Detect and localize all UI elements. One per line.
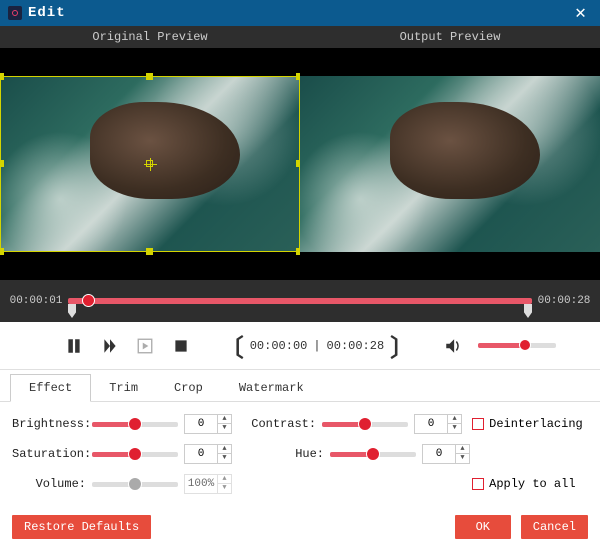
hue-label: Hue: [250,447,324,461]
saturation-label: Saturation: [12,447,86,461]
app-logo-icon [8,6,22,20]
stop-button[interactable] [170,335,192,357]
contrast-label: Contrast: [242,417,316,431]
volume-effect-slider[interactable] [92,482,178,487]
original-preview-pane[interactable] [0,48,300,280]
trim-end-time: 00:00:28 [327,339,385,353]
volume-effect-input[interactable] [185,475,217,493]
video-frame [300,76,600,252]
crop-handle-tm[interactable] [146,73,153,80]
volume-icon[interactable] [442,335,464,357]
brightness-knob[interactable] [128,417,142,431]
cancel-button[interactable]: Cancel [521,515,588,539]
timeline-track[interactable] [68,298,532,304]
original-preview-label: Original Preview [0,26,300,48]
trim-end-marker[interactable] [524,304,532,318]
contrast-spinner[interactable]: ▲▼ [414,414,462,434]
output-preview-label: Output Preview [300,26,600,48]
preview-area [0,48,600,280]
deinterlacing-label: Deinterlacing [489,417,583,431]
contrast-slider[interactable] [322,422,408,427]
ok-button[interactable]: OK [455,515,511,539]
pause-button[interactable] [63,335,85,357]
spin-down-icon[interactable]: ▼ [456,454,469,463]
volume-knob[interactable] [519,339,531,351]
saturation-knob[interactable] [128,447,142,461]
volume-effect-spinner[interactable]: ▲▼ [184,474,232,494]
spin-down-icon[interactable]: ▼ [218,454,231,463]
tab-trim[interactable]: Trim [91,375,156,401]
preview-header: Original Preview Output Preview [0,26,600,48]
apply-all-checkbox[interactable] [472,478,484,490]
tab-effect[interactable]: Effect [10,374,91,402]
output-preview-pane [300,48,600,280]
timeline-current: 00:00:01 [8,295,64,307]
timeline: 00:00:01 00:00:28 [0,280,600,322]
crop-handle-bm[interactable] [146,248,153,255]
deinterlacing-checkbox[interactable] [472,418,484,430]
saturation-slider[interactable] [92,452,178,457]
volume-slider[interactable] [478,343,556,348]
spin-down-icon[interactable]: ▼ [448,424,461,433]
trim-start-marker[interactable] [68,304,76,318]
spin-up-icon[interactable]: ▲ [456,445,469,454]
hue-knob[interactable] [366,447,380,461]
saturation-spinner[interactable]: ▲▼ [184,444,232,464]
spin-up-icon[interactable]: ▲ [218,475,231,484]
bracket-left-icon[interactable]: 〔 [220,328,244,364]
tab-watermark[interactable]: Watermark [221,375,322,401]
close-button[interactable]: ✕ [569,2,592,24]
crop-handle-bl[interactable] [0,248,4,255]
contrast-input[interactable] [415,415,447,433]
apply-all-label: Apply to all [489,477,575,491]
hue-slider[interactable] [330,452,416,457]
spin-up-icon[interactable]: ▲ [218,445,231,454]
trim-separator: | [313,339,320,353]
playhead[interactable] [82,294,95,307]
crop-frame[interactable] [0,76,300,252]
window-title: Edit [28,5,66,21]
crop-handle-tl[interactable] [0,73,4,80]
playback-controls: 〔 00:00:00 | 00:00:28 〕 [0,322,600,370]
brightness-input[interactable] [185,415,217,433]
trim-display: 〔 00:00:00 | 00:00:28 〕 [220,328,414,364]
hue-input[interactable] [423,445,455,463]
brightness-slider[interactable] [92,422,178,427]
crop-handle-ml[interactable] [0,160,4,167]
title-bar: Edit ✕ [0,0,600,26]
trim-start-time: 00:00:00 [250,339,308,353]
contrast-knob[interactable] [358,417,372,431]
hue-spinner[interactable]: ▲▼ [422,444,470,464]
step-button[interactable] [135,335,157,357]
spin-up-icon[interactable]: ▲ [448,415,461,424]
timeline-duration: 00:00:28 [536,295,592,307]
spin-up-icon[interactable]: ▲ [218,415,231,424]
bracket-right-icon[interactable]: 〕 [390,328,414,364]
saturation-input[interactable] [185,445,217,463]
volume-effect-knob[interactable] [128,477,142,491]
spin-down-icon[interactable]: ▼ [218,484,231,493]
restore-defaults-button[interactable]: Restore Defaults [12,515,151,539]
brightness-label: Brightness: [12,417,86,431]
footer: Restore Defaults OK Cancel [0,508,600,546]
brightness-spinner[interactable]: ▲▼ [184,414,232,434]
volume-effect-label: Volume: [12,477,86,491]
tab-crop[interactable]: Crop [156,375,221,401]
spin-down-icon[interactable]: ▼ [218,424,231,433]
effect-panel: Brightness: ▲▼ Contrast: ▲▼ Deinterlacin… [0,402,600,508]
next-frame-button[interactable] [99,335,121,357]
effect-tabs: Effect Trim Crop Watermark [0,370,600,402]
crop-handle-center[interactable] [146,160,153,167]
